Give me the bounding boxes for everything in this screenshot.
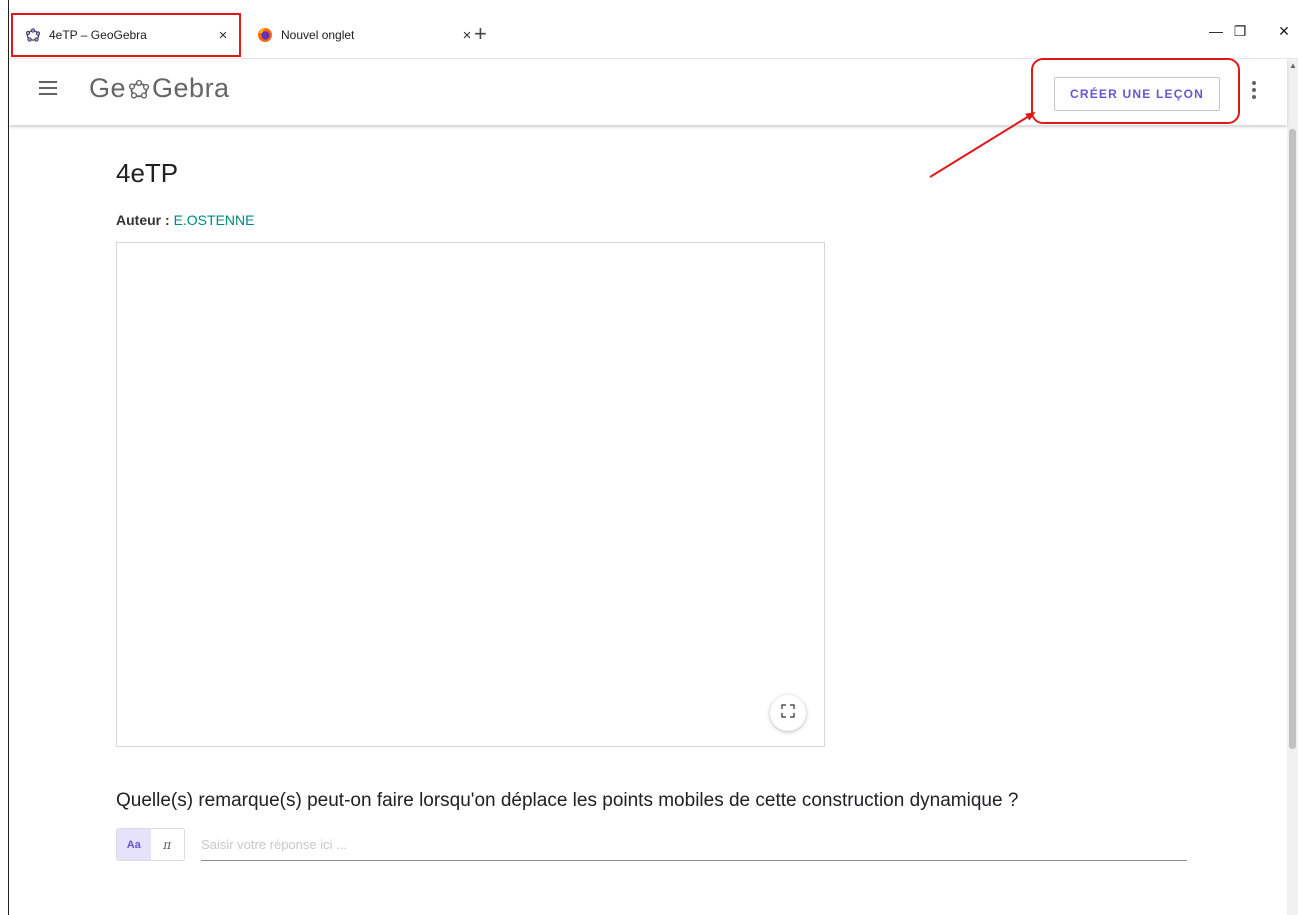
scroll-up-icon[interactable]: ▲	[1289, 61, 1297, 70]
tab-geogebra[interactable]: 4eTP – GeoGebra ×	[11, 13, 241, 57]
geogebra-logo[interactable]: Ge Gebra	[89, 73, 230, 104]
geogebra-logo-icon	[127, 77, 151, 101]
tab-label: Nouvel onglet	[281, 28, 355, 42]
logo-text-left: Ge	[89, 73, 127, 103]
geogebra-header: Ge Gebra CRÉER UNE LEÇON	[9, 59, 1287, 125]
new-tab-button[interactable]: +	[474, 23, 487, 45]
window-frame-left	[0, 0, 9, 915]
author-label: Auteur :	[116, 212, 170, 228]
math-mode-button[interactable]: π	[150, 829, 184, 860]
text-mode-button[interactable]: Aa	[117, 829, 151, 860]
answer-input[interactable]	[201, 828, 1187, 861]
create-lesson-button[interactable]: CRÉER UNE LEÇON	[1054, 77, 1220, 111]
author-row: Auteur : E.OSTENNE	[116, 212, 254, 228]
restore-button[interactable]: ❐	[1225, 23, 1255, 40]
browser-tab-bar: 4eTP – GeoGebra × Nouvel onglet × + — ❐ …	[9, 9, 1298, 59]
scrollbar-thumb[interactable]	[1289, 129, 1296, 749]
close-tab-icon[interactable]: ×	[213, 27, 233, 44]
geogebra-icon	[25, 27, 41, 43]
page-title: 4eTP	[116, 158, 179, 188]
fullscreen-button[interactable]	[770, 695, 806, 731]
logo-text-right: Gebra	[152, 73, 230, 103]
menu-icon[interactable]	[39, 81, 57, 95]
firefox-icon	[257, 27, 273, 43]
tab-label: 4eTP – GeoGebra	[49, 28, 147, 42]
geogebra-applet[interactable]	[116, 242, 825, 747]
question-text: Quelle(s) remarque(s) peut-on faire lors…	[116, 790, 1019, 811]
page-scrollbar[interactable]: ▲	[1287, 59, 1298, 915]
input-mode-toggle: Aa π	[116, 828, 185, 861]
tab-new-tab[interactable]: Nouvel onglet ×	[245, 13, 483, 57]
window-frame-top	[0, 0, 1298, 9]
fullscreen-icon	[781, 703, 795, 723]
author-link[interactable]: E.OSTENNE	[174, 212, 255, 228]
close-window-button[interactable]: ✕	[1269, 23, 1298, 40]
more-options-icon[interactable]	[1252, 81, 1256, 102]
